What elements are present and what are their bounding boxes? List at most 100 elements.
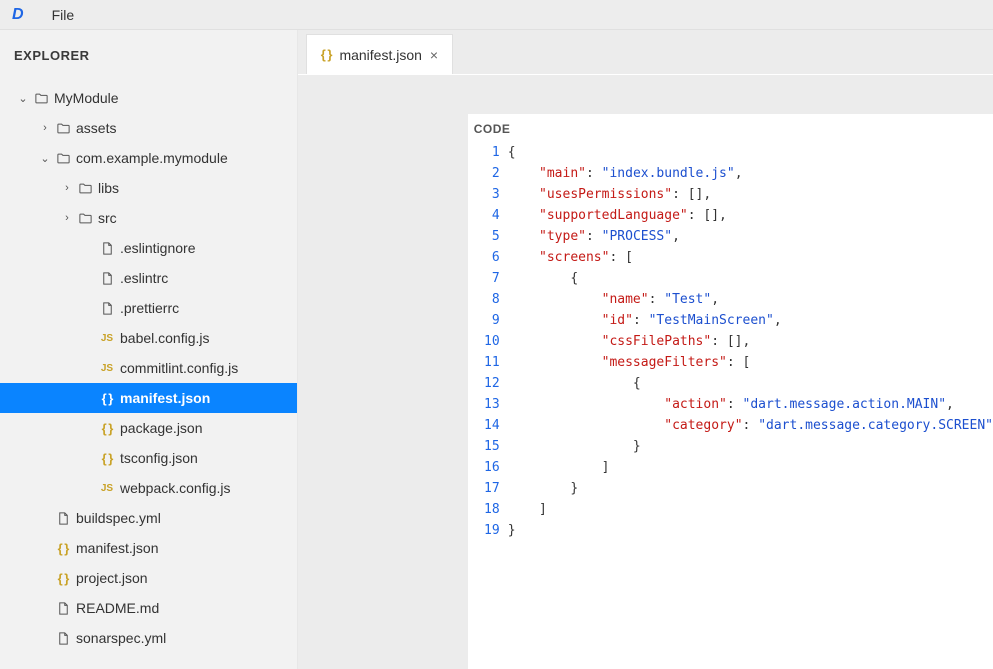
- tree-item-label: buildspec.yml: [76, 510, 289, 526]
- tree-file-eslintignore[interactable]: .eslintignore: [0, 233, 297, 263]
- code-line[interactable]: ]: [508, 499, 993, 520]
- editor-toolbar: [298, 74, 993, 114]
- line-number: 2: [468, 163, 508, 184]
- line-number: 12: [468, 373, 508, 394]
- explorer-sidebar: EXPLORER ⌄MyModule›assets⌄com.example.my…: [0, 30, 298, 669]
- menubar: D File: [0, 0, 993, 30]
- js-file-icon: JS: [98, 359, 116, 377]
- json-braces-icon: { }: [54, 569, 72, 587]
- code-line[interactable]: }: [508, 436, 993, 457]
- tree-file-buildspec[interactable]: buildspec.yml: [0, 503, 297, 533]
- chevron-right-icon[interactable]: ›: [58, 212, 76, 224]
- code-line[interactable]: "main": "index.bundle.js",: [508, 163, 993, 184]
- tree-folder-src[interactable]: ›src: [0, 203, 297, 233]
- code-line[interactable]: "screens": [: [508, 247, 993, 268]
- line-number: 17: [468, 478, 508, 499]
- spacer: [80, 482, 98, 494]
- code-line[interactable]: ]: [508, 457, 993, 478]
- tree-file-readme[interactable]: README.md: [0, 593, 297, 623]
- tree-file-package-json[interactable]: { }package.json: [0, 413, 297, 443]
- folder-icon: [32, 89, 50, 107]
- menu-file[interactable]: File: [52, 7, 75, 23]
- code-line[interactable]: {: [508, 268, 993, 289]
- spacer: [36, 602, 54, 614]
- spacer: [80, 242, 98, 254]
- spacer: [80, 452, 98, 464]
- line-number: 1: [468, 142, 508, 163]
- file-icon: [98, 269, 116, 287]
- tree-file-commitlint-config[interactable]: JScommitlint.config.js: [0, 353, 297, 383]
- tree-item-label: sonarspec.yml: [76, 630, 289, 646]
- line-number: 16: [468, 457, 508, 478]
- tree-folder-assets[interactable]: ›assets: [0, 113, 297, 143]
- spacer: [36, 572, 54, 584]
- code-area[interactable]: CODE 12345678910111213141516171819 { "ma…: [468, 114, 993, 669]
- code-line[interactable]: {: [508, 373, 993, 394]
- tree-item-label: com.example.mymodule: [76, 150, 289, 166]
- code-line[interactable]: "name": "Test",: [508, 289, 993, 310]
- tree-item-label: .eslintignore: [120, 240, 289, 256]
- tree-file-webpack-config[interactable]: JSwebpack.config.js: [0, 473, 297, 503]
- chevron-right-icon[interactable]: ›: [58, 182, 76, 194]
- json-braces-icon: { }: [98, 389, 116, 407]
- editor-pane: { } manifest.json × CODE 123456789101112…: [298, 30, 993, 669]
- tree-item-label: .prettierrc: [120, 300, 289, 316]
- code-line[interactable]: "supportedLanguage": [],: [508, 205, 993, 226]
- file-icon: [54, 629, 72, 647]
- code-line[interactable]: {: [508, 142, 993, 163]
- folder-icon: [54, 149, 72, 167]
- code-line[interactable]: }: [508, 520, 993, 541]
- code-line[interactable]: "messageFilters": [: [508, 352, 993, 373]
- spacer: [80, 272, 98, 284]
- line-number: 7: [468, 268, 508, 289]
- code-line[interactable]: "id": "TestMainScreen",: [508, 310, 993, 331]
- line-number: 15: [468, 436, 508, 457]
- tab-label: manifest.json: [339, 47, 421, 63]
- chevron-down-icon[interactable]: ⌄: [14, 92, 32, 105]
- tree-folder-com-example-mymodule[interactable]: ⌄ com.example.mymodule: [0, 143, 297, 173]
- code-line[interactable]: "cssFilePaths": [],: [508, 331, 993, 352]
- json-braces-icon: { }: [98, 419, 116, 437]
- code-heading: CODE: [468, 114, 993, 142]
- tree-file-project-json[interactable]: { }project.json: [0, 563, 297, 593]
- code-line[interactable]: "type": "PROCESS",: [508, 226, 993, 247]
- tree-item-label: README.md: [76, 600, 289, 616]
- tree-item-label: manifest.json: [120, 390, 289, 406]
- tab-manifest-json[interactable]: { } manifest.json ×: [306, 34, 453, 74]
- tree-file-prettierrc[interactable]: .prettierrc: [0, 293, 297, 323]
- code-line[interactable]: }: [508, 478, 993, 499]
- tree-file-babel-config[interactable]: JSbabel.config.js: [0, 323, 297, 353]
- line-number: 10: [468, 331, 508, 352]
- tree-file-tsconfig-json[interactable]: { }tsconfig.json: [0, 443, 297, 473]
- file-icon: [98, 299, 116, 317]
- spacer: [80, 392, 98, 404]
- code-content[interactable]: { "main": "index.bundle.js", "usesPermis…: [508, 142, 993, 669]
- js-file-icon: JS: [98, 479, 116, 497]
- tree-folder-libs[interactable]: ›libs: [0, 173, 297, 203]
- code-line[interactable]: "action": "dart.message.action.MAIN",: [508, 394, 993, 415]
- code-line[interactable]: "category": "dart.message.category.SCREE…: [508, 415, 993, 436]
- tree-item-label: package.json: [120, 420, 289, 436]
- close-icon[interactable]: ×: [430, 48, 438, 62]
- code-line[interactable]: "usesPermissions": [],: [508, 184, 993, 205]
- folder-icon: [76, 179, 94, 197]
- tree-file-sonarspec[interactable]: sonarspec.yml: [0, 623, 297, 653]
- json-braces-icon: { }: [98, 449, 116, 467]
- line-number-gutter: 12345678910111213141516171819: [468, 142, 508, 669]
- js-file-icon: JS: [98, 329, 116, 347]
- chevron-right-icon[interactable]: ›: [36, 122, 54, 134]
- tree-file-eslintrc[interactable]: .eslintrc: [0, 263, 297, 293]
- chevron-down-icon[interactable]: ⌄: [36, 152, 54, 165]
- tree-item-label: project.json: [76, 570, 289, 586]
- line-number: 6: [468, 247, 508, 268]
- tree-item-label: .eslintrc: [120, 270, 289, 286]
- line-number: 3: [468, 184, 508, 205]
- spacer: [80, 422, 98, 434]
- tree-item-label: babel.config.js: [120, 330, 289, 346]
- line-number: 14: [468, 415, 508, 436]
- spacer: [36, 542, 54, 554]
- tree-file-manifest-json[interactable]: { }manifest.json: [0, 383, 297, 413]
- tree-folder-mymodule[interactable]: ⌄MyModule: [0, 83, 297, 113]
- tree-file-root-manifest[interactable]: { }manifest.json: [0, 533, 297, 563]
- line-number: 19: [468, 520, 508, 541]
